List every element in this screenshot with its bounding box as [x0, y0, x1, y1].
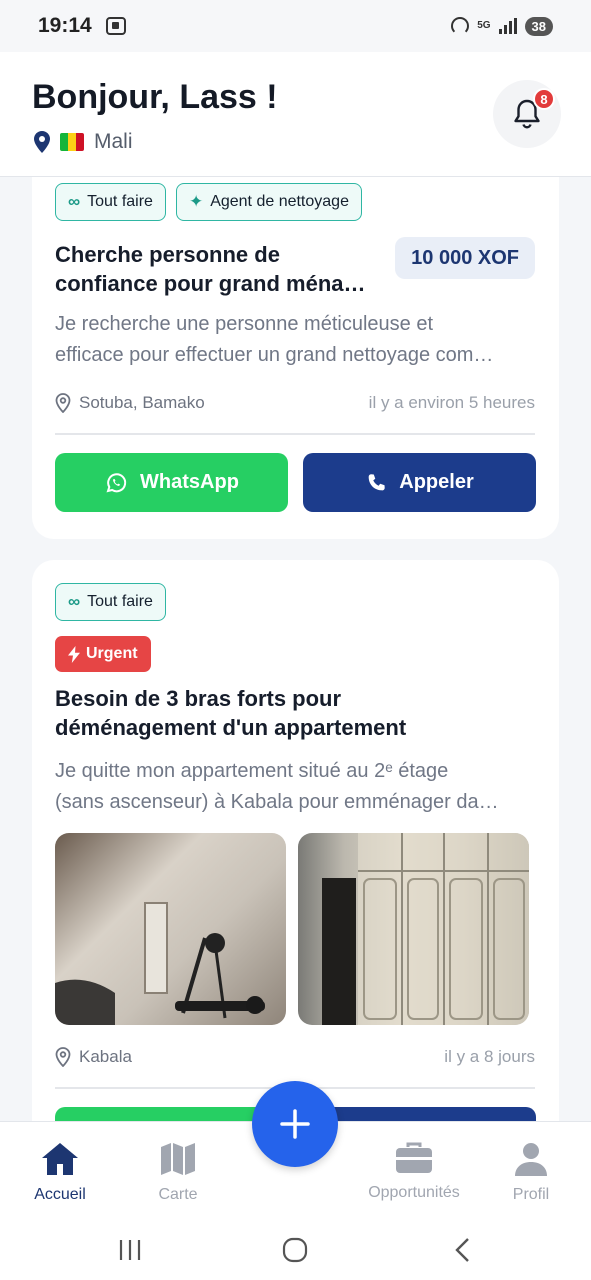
- job-photo-scene: [55, 902, 265, 1025]
- location-pin-icon: [34, 131, 50, 153]
- location-pin-icon: [55, 1047, 71, 1067]
- job-description-line: efficace pour effectuer un grand nettoya…: [55, 344, 494, 366]
- nav-item-profil[interactable]: Profil: [471, 1142, 591, 1204]
- job-title-line: déménagement d'un appartement: [55, 715, 407, 740]
- urgent-badge: Urgent: [55, 636, 151, 672]
- status-time: 19:14: [38, 14, 92, 37]
- screenshot-icon: [105, 17, 126, 35]
- whatsapp-button[interactable]: WhatsApp: [55, 453, 288, 512]
- job-title-line: Cherche personne de: [55, 242, 280, 267]
- job-title: Cherche personne de confiance pour grand…: [55, 240, 366, 298]
- add-post-button[interactable]: [252, 1081, 338, 1167]
- tag-chip: ∞ Tout faire: [55, 583, 166, 621]
- recent-apps-button[interactable]: [100, 1230, 160, 1270]
- user-icon: [515, 1143, 547, 1176]
- signal-icon: [498, 18, 517, 34]
- job-card[interactable]: ∞ Tout faire ✦ Agent de nettoyage Cherch…: [32, 177, 559, 539]
- phone-icon: [368, 473, 385, 490]
- job-posted-time: il y a environ 5 heures: [368, 393, 535, 412]
- network-type: 5G: [477, 20, 491, 31]
- lightning-icon: [68, 645, 80, 663]
- app-header: Bonjour, Lass ! Mali 8: [0, 52, 591, 177]
- location-pin-icon: [55, 393, 71, 413]
- job-description: Je quitte mon appartement situé au 2ᵉ ét…: [55, 756, 535, 818]
- battery-indicator: 38: [524, 16, 553, 36]
- tag-label: Tout faire: [87, 593, 153, 610]
- sparkles-icon: ✦: [188, 192, 204, 211]
- map-icon: [161, 1143, 195, 1175]
- nav-item-opportunites[interactable]: Opportunités: [354, 1142, 474, 1202]
- whatsapp-icon: [106, 472, 127, 492]
- infinity-icon: ∞: [68, 592, 81, 611]
- job-description-line: (sans ascenseur) à Kabala pour emménager…: [55, 791, 499, 813]
- job-feed[interactable]: ∞ Tout faire ✦ Agent de nettoyage Cherch…: [0, 177, 591, 1121]
- call-button[interactable]: Appeler: [303, 453, 536, 512]
- job-description-line: Je recherche une personne méticuleuse et: [55, 313, 434, 335]
- system-nav-bar: [0, 1224, 591, 1280]
- nav-item-carte[interactable]: Carte: [118, 1142, 238, 1204]
- nav-label: Opportunités: [368, 1184, 460, 1201]
- nav-label: Profil: [512, 1186, 550, 1203]
- job-photo-scene: [322, 833, 529, 1025]
- nav-item-accueil[interactable]: Accueil: [0, 1142, 120, 1204]
- tag-chip: ✦ Agent de nettoyage: [175, 183, 362, 221]
- tag-list: ∞ Tout faire: [55, 583, 166, 621]
- country-label: Mali: [94, 130, 133, 153]
- notification-badge: 8: [533, 88, 555, 110]
- job-description: Je recherche une personne méticuleuse et…: [55, 309, 535, 371]
- home-icon: [42, 1143, 78, 1175]
- urgent-label: Urgent: [86, 645, 138, 662]
- job-meta: Kabala il y a 8 jours: [55, 1047, 535, 1067]
- job-meta: Sotuba, Bamako il y a environ 5 heures: [55, 393, 535, 413]
- back-system-button[interactable]: [432, 1230, 492, 1270]
- nav-label: Carte: [158, 1186, 198, 1203]
- mali-flag-icon: [60, 133, 84, 151]
- job-title: Besoin de 3 bras forts pour déménagement…: [55, 684, 406, 742]
- job-description-line: Je quitte mon appartement situé au 2ᵉ ét…: [55, 760, 449, 782]
- infinity-icon: ∞: [68, 192, 81, 211]
- home-system-button[interactable]: [265, 1230, 325, 1270]
- price-badge: 10 000 XOF: [395, 237, 535, 279]
- call-label: Appeler: [399, 471, 474, 493]
- job-location: Sotuba, Bamako: [79, 393, 205, 412]
- status-bar: 19:14 5G 38: [0, 0, 591, 52]
- home-circle-icon: [282, 1237, 308, 1263]
- plus-icon: [280, 1109, 310, 1139]
- tag-list: ∞ Tout faire ✦ Agent de nettoyage: [55, 183, 362, 221]
- divider: [55, 433, 535, 435]
- call-button[interactable]: [303, 1107, 536, 1121]
- job-card[interactable]: ∞ Tout faire Urgent Besoin de 3 bras for…: [32, 560, 559, 1121]
- nav-label: Accueil: [34, 1186, 86, 1203]
- notifications-button[interactable]: 8: [493, 80, 561, 148]
- back-chevron-icon: [455, 1238, 469, 1262]
- briefcase-icon: [396, 1142, 432, 1173]
- job-location: Kabala: [79, 1047, 132, 1066]
- whatsapp-label: WhatsApp: [140, 471, 239, 493]
- hotspot-icon: [451, 17, 470, 35]
- greeting-title: Bonjour, Lass !: [32, 78, 278, 116]
- tag-chip: ∞ Tout faire: [55, 183, 166, 221]
- job-photo[interactable]: [55, 833, 286, 1025]
- tag-label: Tout faire: [87, 193, 153, 210]
- job-title-line: confiance pour grand ména…: [55, 271, 366, 296]
- recent-apps-icon: [119, 1240, 141, 1260]
- user-location: Mali: [34, 130, 133, 154]
- tag-label: Agent de nettoyage: [210, 193, 349, 210]
- job-title-line: Besoin de 3 bras forts pour: [55, 686, 342, 711]
- job-posted-time: il y a 8 jours: [444, 1047, 535, 1066]
- job-photo[interactable]: [298, 833, 529, 1025]
